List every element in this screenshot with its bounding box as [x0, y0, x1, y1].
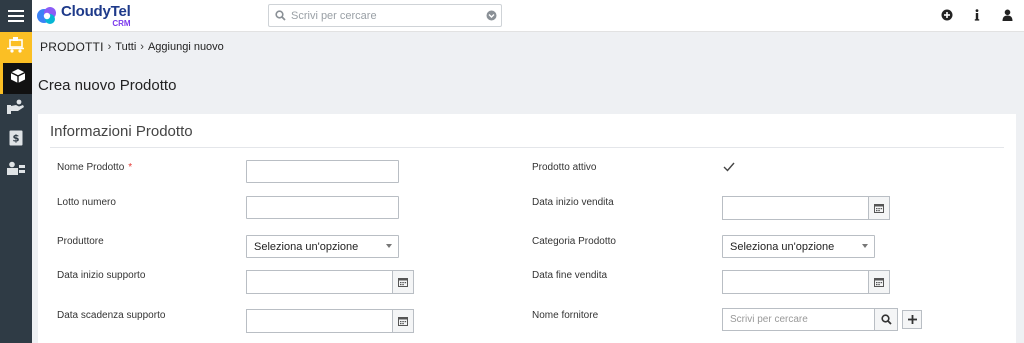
left-rail: $ [0, 32, 32, 343]
sales-start-date-input[interactable] [722, 196, 868, 220]
logo-cloud-icon [36, 5, 58, 27]
rail-item-support[interactable] [0, 94, 32, 125]
search-icon[interactable] [874, 308, 898, 331]
hamburger-icon [8, 10, 24, 12]
svg-text:$: $ [13, 134, 20, 145]
panel-title: Informazioni Prodotto [50, 123, 193, 140]
plus-circle-icon[interactable] [940, 7, 954, 23]
product-category-select-value: Seleziona un'opzione [730, 240, 835, 253]
contact-icon [7, 161, 25, 182]
calendar-icon[interactable] [392, 270, 414, 294]
logo-subtitle: CRM [112, 19, 131, 28]
breadcrumb-level2: Aggiungi nuovo [147, 41, 224, 53]
calendar-icon[interactable] [868, 270, 890, 294]
chevron-right-icon: › [107, 41, 112, 53]
product-name-label: Nome Prodotto * [57, 162, 132, 173]
logo-name: CloudyTel [61, 3, 131, 20]
hamburger-icon-line [8, 15, 24, 17]
page-title: Crea nuovo Prodotto [38, 77, 177, 94]
product-info-panel: Informazioni Prodotto Nome Prodotto * Pro… [38, 114, 1016, 343]
breadcrumb: PRODOTTI › Tutti › Aggiungi nuovo [32, 32, 1024, 62]
support-start-date-label: Data inizio supporto [57, 270, 146, 281]
vendor-name-label: Nome fornitore [532, 310, 599, 321]
search-icon [269, 5, 291, 26]
box-icon [10, 68, 26, 89]
product-category-select[interactable]: Seleziona un'opzione [722, 235, 875, 258]
support-expiry-date-field[interactable] [246, 309, 414, 333]
lot-number-input[interactable] [246, 196, 399, 219]
manufacturer-label: Produttore [57, 236, 104, 247]
support-start-date-input[interactable] [246, 270, 392, 294]
product-active-label: Prodotto attivo [532, 162, 597, 173]
product-name-label-text: Nome Prodotto [57, 162, 125, 173]
chevron-down-icon[interactable] [481, 5, 501, 26]
rail-item-sales[interactable] [0, 32, 32, 63]
sales-start-date-label: Data inizio vendita [532, 197, 614, 208]
caret-down-icon [386, 244, 392, 248]
invoice-icon: $ [9, 130, 23, 151]
calendar-icon[interactable] [868, 196, 890, 220]
cart-icon [7, 37, 25, 58]
support-expiry-date-input[interactable] [246, 309, 392, 333]
support-expiry-date-label: Data scadenza supporto [57, 310, 166, 321]
breadcrumb-level1[interactable]: Tutti [115, 41, 136, 53]
support-start-date-field[interactable] [246, 270, 414, 294]
lot-number-label: Lotto numero [57, 197, 116, 208]
product-category-label: Categoria Prodotto [532, 236, 616, 247]
product-active-checkbox[interactable] [722, 160, 736, 174]
menu-toggle-button[interactable] [0, 0, 32, 32]
breadcrumb-root[interactable]: PRODOTTI [40, 40, 104, 54]
info-icon[interactable] [970, 7, 984, 23]
panel-divider [50, 147, 1004, 148]
manufacturer-select[interactable]: Seleziona un'opzione [246, 235, 399, 258]
sales-end-date-field[interactable] [722, 270, 890, 294]
vendor-search-input[interactable]: Scrivi per cercare [722, 308, 874, 331]
add-vendor-button[interactable] [902, 310, 922, 329]
caret-down-icon [862, 244, 868, 248]
app-logo[interactable]: CloudyTel CRM [36, 3, 136, 29]
chevron-right-icon: › [140, 41, 144, 53]
rail-item-billing[interactable]: $ [0, 125, 32, 156]
top-bar: CloudyTel CRM Scrivi per cercare [0, 0, 1024, 32]
sales-start-date-field[interactable] [722, 196, 890, 220]
global-search[interactable]: Scrivi per cercare [268, 4, 502, 27]
plus-icon [907, 315, 917, 324]
calendar-icon[interactable] [392, 309, 414, 333]
required-marker: * [128, 162, 133, 173]
rail-item-contacts[interactable] [0, 156, 32, 187]
hamburger-icon-line [8, 20, 24, 22]
hand-icon [7, 99, 25, 120]
checkmark-icon [723, 162, 735, 172]
user-icon[interactable] [1000, 7, 1014, 23]
manufacturer-select-value: Seleziona un'opzione [254, 240, 359, 253]
rail-item-products[interactable] [0, 63, 32, 94]
product-name-input[interactable] [246, 160, 399, 183]
search-input[interactable]: Scrivi per cercare [291, 10, 481, 22]
sales-end-date-label: Data fine vendita [532, 270, 608, 281]
sales-end-date-input[interactable] [722, 270, 868, 294]
vendor-search-field[interactable]: Scrivi per cercare [722, 308, 898, 331]
